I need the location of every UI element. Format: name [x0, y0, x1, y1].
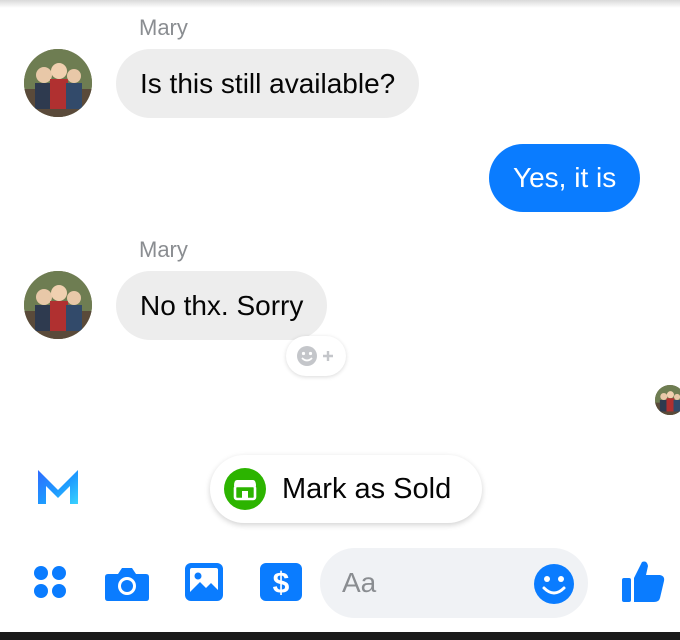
thumbs-up-icon — [622, 561, 665, 602]
avatar-photo — [655, 385, 680, 415]
svg-text:$: $ — [273, 567, 290, 600]
camera-icon — [105, 568, 149, 601]
message-bubble-incoming[interactable]: Is this still available? — [116, 49, 420, 118]
gallery-button[interactable] — [184, 562, 224, 602]
top-shadow — [0, 0, 680, 8]
read-receipt-avatar — [655, 385, 680, 415]
add-reaction-button[interactable] — [286, 336, 346, 376]
message-text: Yes, it is — [513, 162, 617, 193]
gallery-icon — [185, 563, 223, 601]
add-reaction-icon — [297, 346, 333, 366]
more-apps-icon — [34, 566, 66, 598]
camera-button[interactable] — [104, 563, 150, 603]
avatar[interactable] — [24, 271, 92, 339]
message-text: Is this still available? — [140, 67, 396, 99]
storefront-icon — [224, 468, 266, 510]
emoji-button[interactable] — [533, 563, 575, 605]
emoji-icon — [534, 564, 574, 604]
avatar-photo — [24, 271, 92, 339]
message-bubble-incoming[interactable]: No thx. Sorry — [116, 271, 328, 340]
message-text: No thx. Sorry — [140, 289, 304, 321]
avatar[interactable] — [24, 49, 92, 117]
avatar-photo — [24, 49, 92, 117]
thumbs-up-button[interactable] — [620, 558, 666, 604]
message-composer[interactable] — [320, 548, 588, 618]
message-input[interactable] — [342, 563, 522, 603]
more-apps-button[interactable] — [30, 562, 70, 602]
payment-button[interactable]: $ — [259, 562, 303, 602]
m-logo-icon — [38, 470, 78, 504]
sender-name: Mary — [139, 237, 188, 262]
message-bubble-outgoing[interactable]: Yes, it is — [489, 144, 641, 212]
sender-name: Mary — [139, 15, 188, 40]
bottom-edge — [0, 632, 680, 640]
mark-as-sold-button[interactable]: Mark as Sold — [210, 455, 482, 523]
mark-as-sold-label: Mark as Sold — [282, 472, 452, 505]
meta-m-logo[interactable] — [34, 462, 82, 510]
payment-icon: $ — [260, 563, 302, 601]
